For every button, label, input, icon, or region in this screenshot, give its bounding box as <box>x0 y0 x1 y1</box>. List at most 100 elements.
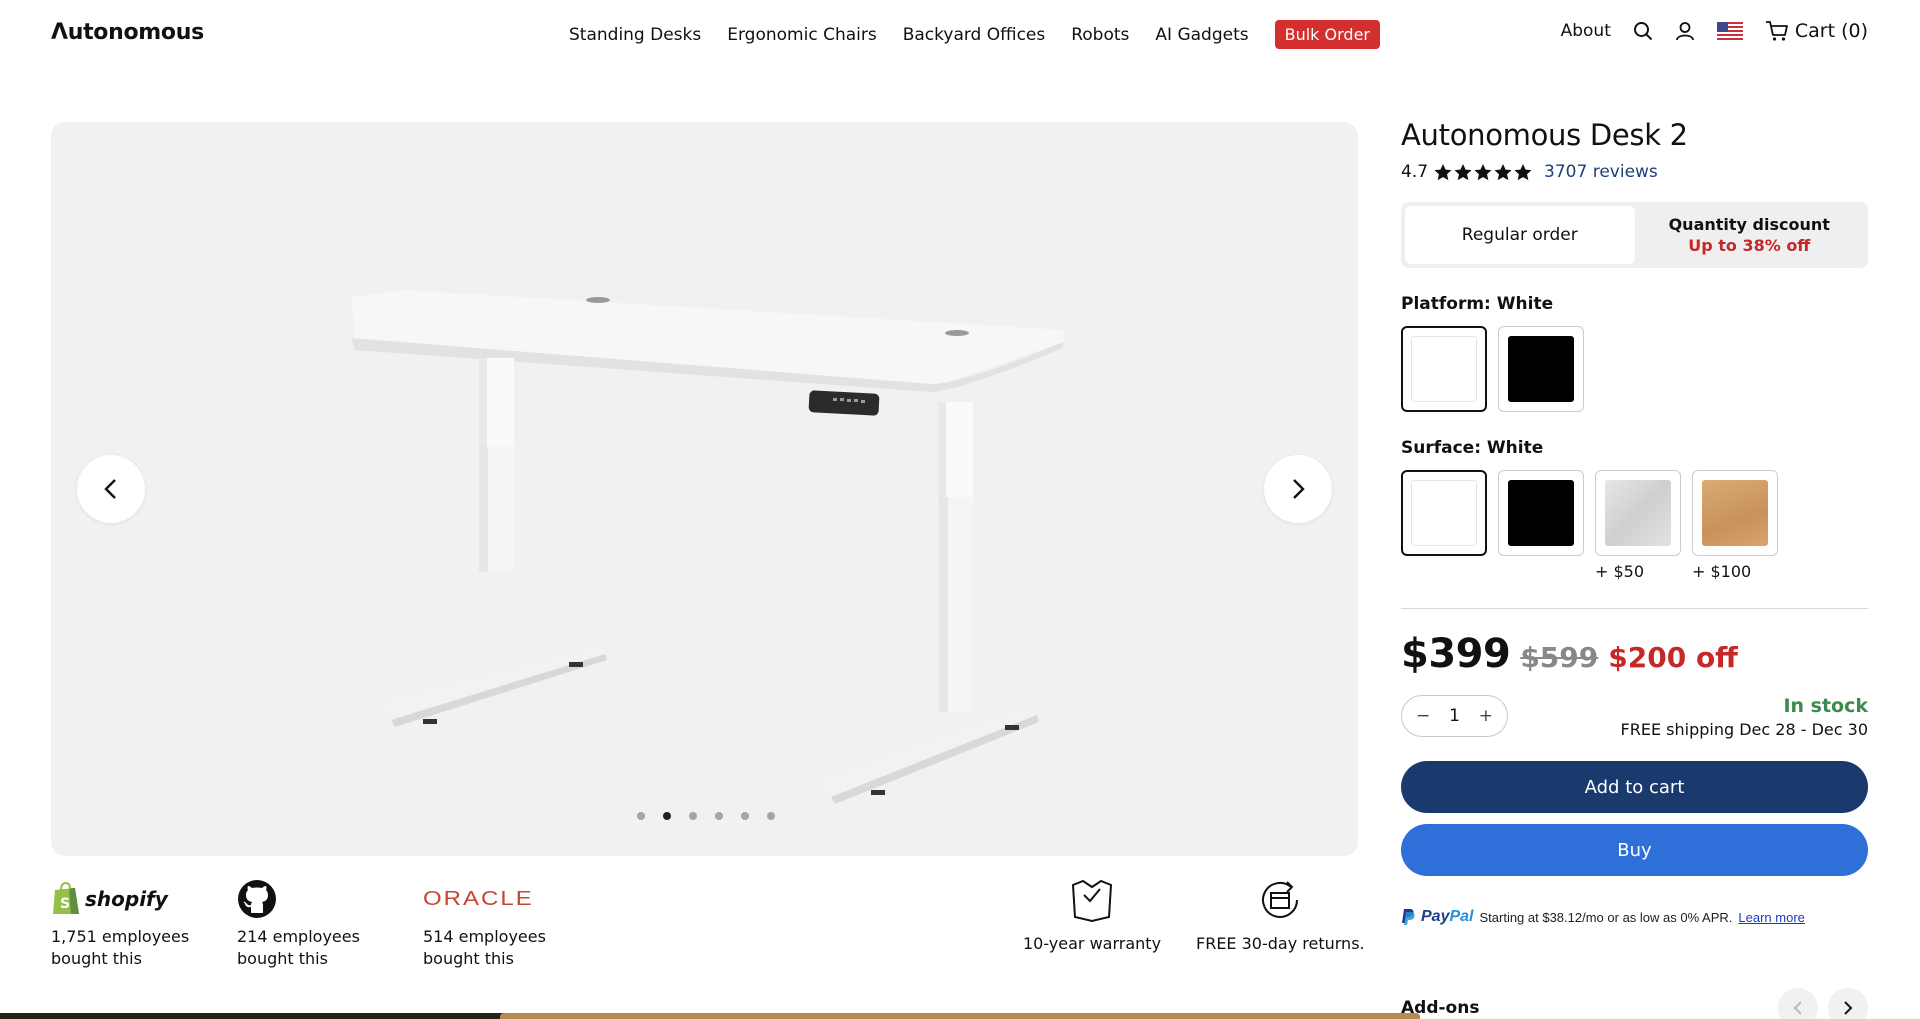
addons-prev-button[interactable] <box>1778 988 1818 1019</box>
returns-badge: FREE 30-day returns. <box>1196 876 1365 953</box>
stock-status: In stock <box>1783 695 1868 717</box>
main-nav: Standing Desks Ergonomic Chairs Backyard… <box>569 20 1380 49</box>
shopify-bag-icon: S <box>51 882 81 916</box>
bulk-order-button[interactable]: Bulk Order <box>1274 20 1380 49</box>
discount-amount: $200 off <box>1608 641 1738 674</box>
star-icon <box>1514 163 1532 180</box>
cart-icon <box>1765 20 1789 42</box>
nav-standing-desks[interactable]: Standing Desks <box>569 25 701 45</box>
warranty-label: 10-year warranty <box>1022 934 1162 953</box>
buy-button[interactable]: Buy <box>1401 824 1868 876</box>
nav-about[interactable]: About <box>1561 21 1611 41</box>
next-section-image-edge <box>0 1013 1420 1019</box>
surface-price-wood: + $100 <box>1692 562 1752 581</box>
quantity-discount-label: Quantity discount <box>1668 215 1830 234</box>
divider <box>1401 608 1868 609</box>
chevron-right-icon <box>1844 1001 1853 1015</box>
chevron-right-icon <box>1289 478 1307 500</box>
quantity-stepper: − 1 + <box>1401 695 1508 737</box>
shopify-bought: bought this <box>51 949 142 968</box>
rating-value: 4.7 <box>1401 162 1429 182</box>
cart-button[interactable]: Cart (0) <box>1765 20 1868 42</box>
product-title: Autonomous Desk 2 <box>1401 118 1688 152</box>
rating-row: 4.7 3707 reviews <box>1401 162 1868 182</box>
paypal-icon <box>1401 908 1415 926</box>
nav-ai-gadgets[interactable]: AI Gadgets <box>1155 25 1248 45</box>
star-icon <box>1454 163 1472 180</box>
search-icon[interactable] <box>1633 21 1653 41</box>
header-actions: About Cart (0) <box>1561 20 1868 42</box>
platform-swatch-black[interactable] <box>1498 326 1584 412</box>
github-bought: bought this <box>237 949 328 968</box>
gallery-dot-active[interactable] <box>663 812 671 820</box>
paypal-logo-pal: Pal <box>1449 908 1474 925</box>
gallery-dot[interactable] <box>637 812 645 820</box>
regular-order-tab[interactable]: Regular order <box>1405 206 1635 264</box>
star-icon <box>1494 163 1512 180</box>
warranty-badge: 10-year warranty <box>1020 876 1164 953</box>
desk-image <box>351 290 1064 804</box>
cart-label: Cart (0) <box>1794 20 1868 42</box>
shipping-info: FREE shipping Dec 28 - Dec 30 <box>1620 720 1868 739</box>
github-employees: 214 employees <box>237 927 360 946</box>
platform-swatches <box>1401 326 1868 412</box>
quantity-discount-tab[interactable]: Quantity discount Up to 38% off <box>1635 206 1865 264</box>
gallery-prev-button[interactable] <box>77 455 145 523</box>
surface-label: Surface: White <box>1401 438 1544 458</box>
quantity-discount-sub: Up to 38% off <box>1688 236 1811 255</box>
gallery-dot[interactable] <box>689 812 697 820</box>
addons-nav <box>1778 988 1868 1019</box>
surface-swatch-black[interactable] <box>1498 470 1584 556</box>
product-panel: Autonomous Desk 2 4.7 3707 reviews Regul… <box>1401 118 1868 926</box>
shopify-employees: 1,751 employees <box>51 927 190 946</box>
current-price: $399 <box>1401 631 1511 677</box>
paypal-learn-more-link[interactable]: Learn more <box>1738 910 1804 925</box>
quantity-row: − 1 + In stock FREE shipping Dec 28 - De… <box>1401 695 1868 739</box>
paypal-logo-pay: Pay <box>1421 908 1450 925</box>
chevron-left-icon <box>1793 1001 1802 1015</box>
surface-swatch-marble[interactable] <box>1595 470 1681 556</box>
paypal-financing: PayPal Starting at $38.12/mo or as low a… <box>1401 908 1868 926</box>
brand-logo[interactable]: Λutonomous <box>51 20 204 45</box>
nav-backyard-offices[interactable]: Backyard Offices <box>903 25 1046 45</box>
account-icon[interactable] <box>1675 21 1695 41</box>
gallery-pagination <box>637 812 775 820</box>
oracle-employees: 514 employees <box>423 927 546 946</box>
github-icon <box>237 879 277 919</box>
original-price: $599 <box>1520 641 1599 674</box>
warranty-shield-icon <box>1069 877 1115 923</box>
platform-label: Platform: White <box>1401 294 1554 314</box>
nav-robots[interactable]: Robots <box>1071 25 1129 45</box>
social-proof-github: 214 employees bought this <box>237 876 397 970</box>
gallery-next-button[interactable] <box>1264 455 1332 523</box>
surface-price-marble: + $50 <box>1595 562 1645 581</box>
surface-swatch-white[interactable] <box>1401 470 1487 556</box>
reviews-link[interactable]: 3707 reviews <box>1544 162 1658 182</box>
paypal-text: Starting at $38.12/mo or as low as 0% AP… <box>1479 909 1733 925</box>
returns-box-icon <box>1257 877 1303 923</box>
svg-text:S: S <box>60 896 70 912</box>
gallery-dot[interactable] <box>767 812 775 820</box>
oracle-bought: bought this <box>423 949 514 968</box>
paypal-logo: PayPal <box>1421 908 1473 926</box>
shopify-logo-text: shopify <box>85 887 168 911</box>
quantity-decrease-button[interactable]: − <box>1416 706 1430 726</box>
returns-label: FREE 30-day returns. <box>1196 934 1365 953</box>
product-gallery <box>51 122 1358 856</box>
gallery-dot[interactable] <box>741 812 749 820</box>
addons-header: Add-ons <box>1401 988 1868 1019</box>
gallery-dot[interactable] <box>715 812 723 820</box>
chevron-left-icon <box>102 478 120 500</box>
us-flag-icon[interactable] <box>1716 22 1743 40</box>
surface-swatch-wood[interactable] <box>1692 470 1778 556</box>
nav-ergonomic-chairs[interactable]: Ergonomic Chairs <box>727 25 876 45</box>
addons-next-button[interactable] <box>1828 988 1868 1019</box>
platform-swatch-white[interactable] <box>1401 326 1487 412</box>
star-icon <box>1474 163 1492 180</box>
add-to-cart-button[interactable]: Add to cart <box>1401 761 1868 813</box>
regular-order-label: Regular order <box>1461 225 1578 245</box>
price-row: $399 $599 $200 off <box>1401 631 1868 677</box>
surface-swatches: + $50 + $100 <box>1401 470 1868 581</box>
quantity-increase-button[interactable]: + <box>1479 706 1493 726</box>
quantity-value[interactable]: 1 <box>1449 706 1460 726</box>
